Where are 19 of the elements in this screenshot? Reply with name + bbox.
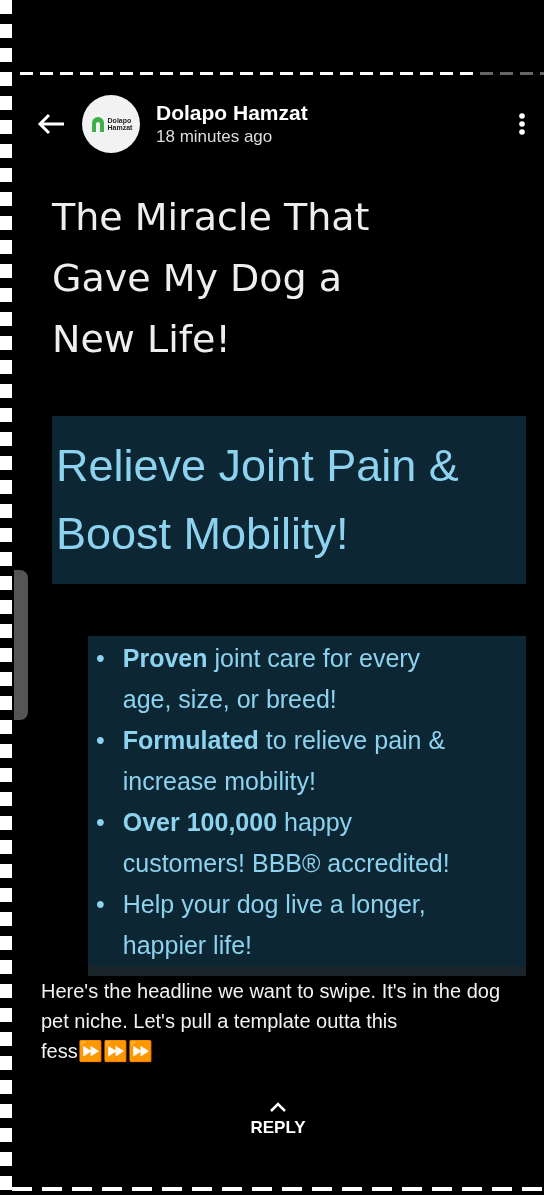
- story-headline: The Miracle That Gave My Dog a New Life!: [52, 194, 371, 363]
- post-time: 18 minutes ago: [156, 127, 274, 147]
- bullet-dot: •: [96, 889, 105, 920]
- bullet-item: Over 100,000 happy customers! BBB® accredited!: [122, 807, 451, 879]
- side-handle[interactable]: [14, 570, 28, 720]
- bullet-dot: •: [96, 807, 105, 838]
- bullet-item: Help your dog live a longer, happier life!: [122, 889, 427, 961]
- back-arrow-icon[interactable]: [36, 112, 66, 136]
- story-caption: Here's the headline we want to swipe. It's in the dog pet niche. Let's pull a template outta this fess⏩⏩⏩: [41, 979, 501, 1064]
- chevron-up-icon: [269, 1102, 287, 1112]
- banner-text: Relieve Joint Pain & Boost Mobility!: [52, 416, 526, 584]
- reply-button[interactable]: REPLY: [250, 1102, 306, 1138]
- author-name: Dolapo Hamzat: [156, 101, 309, 125]
- bullet-item: Proven joint care for every age, size, or breed!: [122, 643, 422, 715]
- logo-icon: [89, 115, 106, 133]
- bullet-dot: •: [96, 725, 105, 756]
- bullet-item: Formulated to relieve pain & increase mobility!: [122, 725, 447, 797]
- bullet-dot: •: [96, 643, 105, 674]
- more-icon[interactable]: [518, 112, 526, 136]
